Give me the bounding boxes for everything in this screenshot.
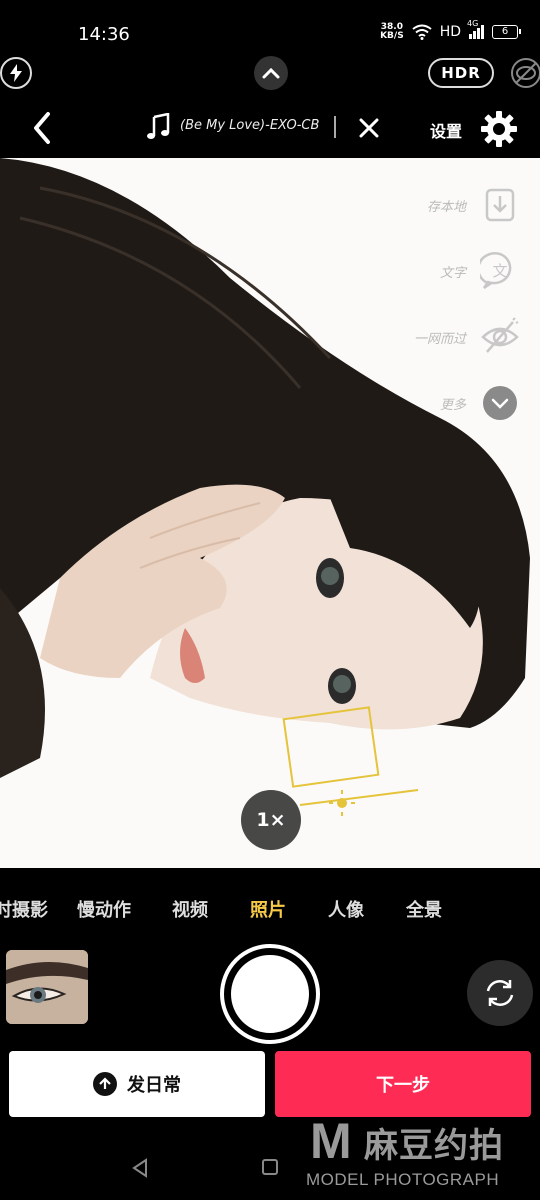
eye-off-icon: [480, 317, 520, 357]
collapse-button[interactable]: [254, 56, 288, 90]
tool-save-local[interactable]: 存本地: [414, 172, 520, 238]
side-toolbar: 存本地 文字 文 一网而过 更多: [414, 172, 520, 436]
mode-photo[interactable]: 照片: [250, 896, 286, 922]
system-nav-bar: [0, 1140, 540, 1200]
thumbnail-image: [6, 950, 88, 1024]
mode-portrait[interactable]: 人像: [328, 896, 364, 922]
tool-label: 文字: [439, 265, 466, 281]
mode-panorama[interactable]: 全景: [406, 896, 442, 922]
gear-icon[interactable]: [480, 110, 518, 148]
header-bar: (Be My Love)-EXO-CB 设置: [0, 100, 540, 156]
battery-icon: 6: [492, 25, 521, 39]
tool-text[interactable]: 文字 文: [414, 238, 520, 304]
tool-more[interactable]: 更多: [414, 370, 520, 436]
mode-selector: 时摄影 慢动作 视频 照片 人像 全景: [0, 890, 540, 926]
flash-icon: [10, 64, 22, 82]
next-step-button[interactable]: 下一步: [275, 1051, 531, 1117]
back-icon[interactable]: [28, 110, 58, 146]
close-icon[interactable]: [358, 117, 380, 139]
upload-icon: [93, 1072, 117, 1096]
chevron-up-icon: [262, 67, 280, 79]
hdr-button[interactable]: HDR: [428, 58, 494, 88]
tool-label: 存本地: [426, 199, 466, 215]
camera-viewfinder[interactable]: 存本地 文字 文 一网而过 更多 1×: [0, 158, 540, 868]
post-daily-button[interactable]: 发日常: [9, 1051, 265, 1117]
post-daily-label: 发日常: [127, 1075, 181, 1096]
tool-flash-through[interactable]: 一网而过: [414, 304, 520, 370]
flip-camera-button[interactable]: [467, 960, 533, 1026]
flash-toggle[interactable]: [0, 57, 32, 89]
song-title[interactable]: (Be My Love)-EXO-CB: [180, 118, 320, 133]
mode-video[interactable]: 视频: [172, 896, 208, 922]
mode-slowmo[interactable]: 慢动作: [77, 896, 131, 922]
settings-label[interactable]: 设置: [430, 118, 462, 142]
shutter-inner: [228, 952, 312, 1036]
net-speed: 38.0 KB/S: [380, 22, 404, 41]
shutter-button[interactable]: [220, 944, 320, 1044]
gallery-thumbnail[interactable]: [6, 950, 88, 1024]
clock: 14:36: [78, 24, 130, 45]
signal-icon: 4G: [467, 19, 484, 39]
eye-off-icon[interactable]: [510, 57, 540, 89]
text-icon: 文: [480, 251, 520, 291]
music-note-icon: [147, 113, 170, 139]
status-icons: 38.0 KB/S HD 4G 6: [380, 19, 521, 41]
svg-text:文: 文: [492, 262, 507, 280]
wifi-icon: [412, 24, 432, 40]
zoom-button[interactable]: 1×: [241, 790, 301, 850]
flip-camera-icon: [486, 980, 514, 1006]
download-icon: [480, 185, 520, 225]
nav-home-icon[interactable]: [262, 1159, 278, 1175]
nav-back-icon[interactable]: [130, 1158, 150, 1178]
hd-indicator: HD: [439, 24, 461, 40]
mode-timelapse[interactable]: 时摄影: [0, 896, 48, 922]
tool-label: 一网而过: [413, 331, 466, 347]
chevron-down-icon: [480, 383, 520, 423]
tool-label: 更多: [439, 397, 466, 413]
divider: [334, 116, 336, 138]
